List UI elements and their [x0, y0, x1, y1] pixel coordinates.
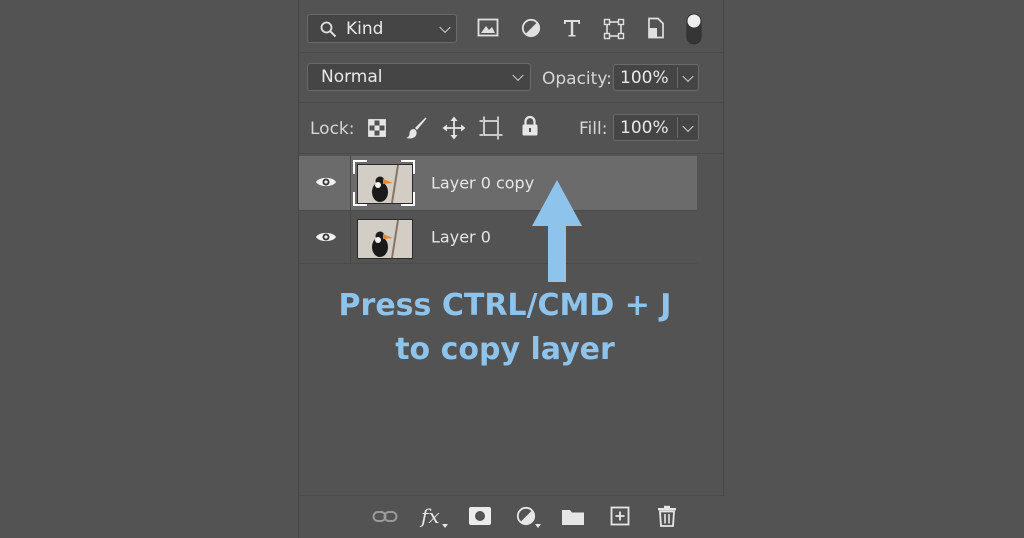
- annotation-arrow-icon: [532, 180, 582, 282]
- layer-thumbnail: [357, 219, 413, 259]
- lock-transparent-pixels-icon[interactable]: [368, 119, 386, 137]
- lock-artboard-icon[interactable]: [479, 116, 503, 140]
- blend-row: Normal Opacity: 100%: [299, 53, 725, 103]
- blend-mode-value: Normal: [321, 67, 383, 87]
- layers-panel: Kind Normal Opacity: 100% Lock: Fill: 10…: [298, 0, 725, 538]
- adjustment-filter-icon[interactable]: [521, 18, 541, 38]
- visibility-toggle[interactable]: [299, 156, 351, 210]
- filter-toggle-icon[interactable]: [685, 12, 703, 46]
- smart-object-filter-icon[interactable]: [646, 17, 666, 39]
- new-layer-icon[interactable]: [610, 506, 630, 526]
- layer-name: Layer 0 copy: [431, 173, 535, 193]
- new-group-icon[interactable]: [561, 508, 585, 526]
- eye-icon: [316, 177, 336, 187]
- fill-value: 100%: [620, 117, 669, 138]
- kind-filter-dropdown[interactable]: Kind: [307, 14, 457, 43]
- image-filter-icon[interactable]: [477, 18, 499, 38]
- blend-mode-dropdown[interactable]: Normal: [307, 63, 531, 91]
- lock-position-icon[interactable]: [442, 116, 466, 140]
- kind-label: Kind: [346, 18, 384, 39]
- eye-icon: [316, 232, 336, 242]
- opacity-value: 100%: [620, 67, 669, 88]
- delete-layer-icon[interactable]: [657, 505, 677, 527]
- chevron-down-icon[interactable]: [682, 70, 694, 82]
- frame-corner-br: [401, 192, 415, 206]
- annotation-line-1: Press CTRL/CMD + J: [338, 288, 672, 323]
- lock-row: Lock: Fill: 100%: [299, 103, 725, 154]
- fill-divider: [677, 117, 678, 138]
- search-icon: [320, 21, 337, 38]
- layer-name: Layer 0: [431, 227, 491, 247]
- opacity-divider: [677, 67, 678, 88]
- fx-menu-caret-icon: [442, 524, 448, 528]
- layer-mask-icon[interactable]: [469, 507, 491, 525]
- frame-corner-bl: [353, 192, 367, 206]
- chevron-down-icon[interactable]: [682, 120, 694, 132]
- layer-row-layer-0-copy[interactable]: Layer 0 copy: [299, 156, 697, 210]
- opacity-input[interactable]: 100%: [613, 64, 699, 91]
- lock-label: Lock:: [310, 119, 355, 139]
- shape-filter-icon[interactable]: [603, 18, 625, 40]
- lock-all-icon[interactable]: [521, 115, 539, 137]
- annotation-line-2: to copy layer: [395, 332, 615, 367]
- visibility-toggle[interactable]: [299, 211, 351, 263]
- instruction-annotation: Press CTRL/CMD + J to copy layer: [300, 284, 710, 372]
- layers-bottom-toolbar: fx: [299, 495, 725, 538]
- fill-input[interactable]: 100%: [613, 114, 699, 141]
- selection-frame: [353, 160, 415, 206]
- layer-row-layer-0[interactable]: Layer 0: [299, 210, 697, 264]
- adjustment-menu-caret-icon: [535, 524, 541, 528]
- lock-image-pixels-icon[interactable]: [405, 116, 427, 140]
- fx-label: fx: [421, 504, 440, 528]
- opacity-label: Opacity:: [542, 69, 612, 89]
- frame-corner-tr: [401, 160, 415, 174]
- fx-icon[interactable]: fx: [421, 504, 440, 528]
- chevron-down-icon: [439, 21, 451, 33]
- filter-row: Kind: [299, 0, 725, 53]
- adjustment-layer-icon[interactable]: [516, 506, 536, 526]
- link-layers-icon[interactable]: [372, 509, 398, 525]
- type-filter-icon[interactable]: [562, 18, 582, 38]
- fill-label: Fill:: [579, 119, 608, 139]
- frame-corner-tl: [353, 160, 367, 174]
- chevron-down-icon: [512, 69, 524, 82]
